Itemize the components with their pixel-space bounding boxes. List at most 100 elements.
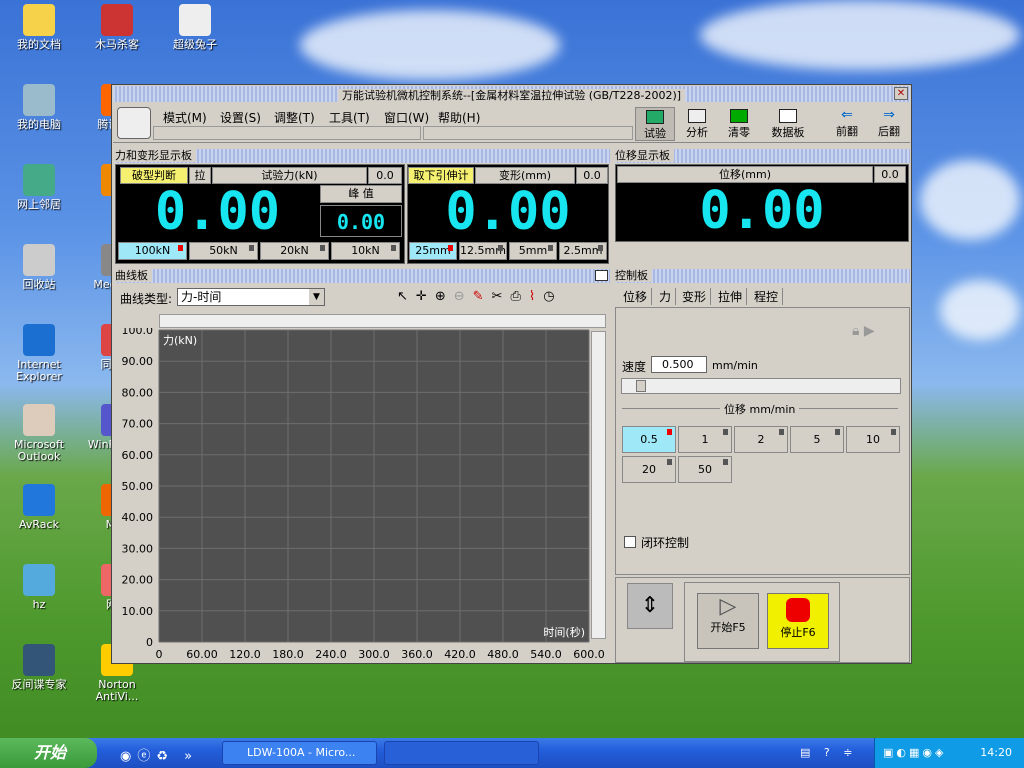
pen-icon[interactable]: ✎ — [473, 289, 492, 304]
desktop-icon[interactable]: 回收站 — [0, 244, 78, 291]
range-button[interactable]: 12.5mm — [459, 242, 507, 260]
arrow-right-icon: ⇒ — [883, 107, 895, 123]
desktop-icon[interactable]: 木马杀客 — [78, 4, 156, 51]
force-small-value: 0.0 — [368, 167, 402, 184]
menu-help[interactable]: 帮助(H) — [438, 109, 480, 126]
speed-button[interactable]: 2 — [734, 426, 788, 453]
range-button[interactable]: 5mm — [509, 242, 557, 260]
chart-vscroll[interactable] — [591, 331, 606, 639]
curve-type-select[interactable]: 力-时间 ▼ — [177, 288, 325, 306]
desktop-icon[interactable]: Microsoft Outlook — [0, 404, 78, 463]
zoom-out-icon[interactable]: ⊖ — [454, 289, 473, 304]
clock-icon[interactable]: ◷ — [543, 289, 562, 304]
start-button[interactable]: ▷ 开始F5 — [697, 593, 759, 649]
range-button[interactable]: 50kN — [189, 242, 258, 260]
menu-settings[interactable]: 设置(S) — [220, 109, 261, 126]
title-bar[interactable]: 万能试验机微机控制系统--[金属材料室温拉伸试验 (GB/T228-2002)]… — [113, 86, 910, 102]
force-time-chart: 100.0 90.00 80.00 70.00 60.00 50.00 40.00 30.00… — [122, 328, 605, 661]
desktop-icon[interactable]: Internet Explorer — [0, 324, 78, 383]
speed-button[interactable]: 5 — [790, 426, 844, 453]
rabbit-icon — [179, 4, 211, 36]
control-tab[interactable]: 程控 — [750, 288, 784, 305]
closed-loop-checkbox[interactable] — [624, 536, 636, 548]
y-tick-label: 80.00 — [122, 386, 154, 399]
toolbar-test-button[interactable]: 试验 — [635, 107, 675, 141]
desktop-icon-label: 木马杀客 — [95, 38, 139, 51]
window-title: 万能试验机微机控制系统--[金属材料室温拉伸试验 (GB/T228-2002)] — [337, 89, 686, 102]
task-2[interactable] — [384, 741, 539, 765]
crosshair-icon[interactable]: ✛ — [416, 289, 435, 304]
computer-icon — [23, 84, 55, 116]
desktop-icon-label: 回收站 — [22, 278, 56, 291]
menu-adjust[interactable]: 调整(T) — [274, 109, 315, 126]
control-tab[interactable]: 变形 — [678, 288, 712, 305]
toolbar-prev-button[interactable]: ⇐ 前翻 — [827, 107, 867, 141]
speed-button[interactable]: 0.5 — [622, 426, 676, 453]
quicklaunch[interactable]: ◉ⓔ♻ » — [120, 745, 198, 764]
print-icon[interactable]: ⎙ — [510, 289, 528, 304]
desktop-icon-label: Internet Explorer — [16, 358, 62, 383]
control-tab[interactable]: 拉伸 — [714, 288, 748, 305]
curve-panel-header: 曲线板 — [115, 269, 610, 283]
desktop-icon[interactable]: 网上邻居 — [0, 164, 78, 211]
y-tick-label: 50.00 — [122, 480, 154, 493]
network-icon — [23, 164, 55, 196]
chart-icon[interactable]: ⌇ — [529, 289, 543, 304]
folder-icon — [23, 4, 55, 36]
disp-small-value: 0.0 — [874, 166, 906, 183]
range-button[interactable]: 25mm — [409, 242, 457, 260]
control-tab[interactable]: 位移 — [619, 288, 653, 305]
speed-button[interactable]: 50 — [678, 456, 732, 483]
desktop-icon[interactable]: 反间谍专家 — [0, 644, 78, 691]
disp-panel-header: 位移显示板 — [615, 149, 910, 163]
chart-hscroll[interactable] — [159, 314, 606, 328]
speed-input[interactable]: 0.500 — [651, 356, 707, 373]
control-tab[interactable]: 力 — [655, 288, 677, 305]
desktop-icon[interactable]: hz — [0, 564, 78, 611]
range-button[interactable]: 2.5mm — [559, 242, 607, 260]
lang-bar[interactable]: ▤ ? ≑ — [800, 746, 857, 759]
network-icon — [23, 564, 55, 596]
stop-icon — [786, 598, 810, 622]
y-axis-label: 力(kN) — [163, 334, 197, 347]
avrack-icon — [23, 484, 55, 516]
toolbar-next-button[interactable]: ⇒ 后翻 — [869, 107, 909, 141]
start-button-os[interactable]: 开始 — [0, 738, 97, 768]
menu-window[interactable]: 窗口(W) — [384, 109, 429, 126]
range-button[interactable]: 20kN — [260, 242, 329, 260]
desktop-icon[interactable]: 我的文档 — [0, 4, 78, 51]
desktop-icon[interactable]: AvRack — [0, 484, 78, 531]
range-button[interactable]: 10kN — [331, 242, 400, 260]
speed-slider[interactable] — [621, 378, 901, 394]
toolbar-zero-button[interactable]: 清零 — [719, 107, 759, 141]
task-ldw[interactable]: LDW-100A - Micro... — [222, 741, 377, 765]
close-button[interactable]: ✕ — [894, 87, 908, 100]
y-tick-label: 40.00 — [122, 511, 154, 524]
system-tray: ▣◐▦◉◈ 14:20 — [874, 738, 1024, 768]
toolbar-analyze-button[interactable]: 分析 — [677, 107, 717, 141]
desktop-icon[interactable]: 我的电脑 — [0, 84, 78, 131]
toolbar-databoard-button[interactable]: 数据板 — [763, 107, 813, 141]
y-tick-label: 100.0 — [122, 328, 154, 337]
y-tick-label: 20.00 — [122, 574, 154, 587]
updown-icon[interactable]: ⇕ — [627, 583, 673, 629]
speed-button[interactable]: 1 — [678, 426, 732, 453]
cursor-icon[interactable]: ↖ — [397, 289, 416, 304]
speed-button[interactable]: 20 — [622, 456, 676, 483]
x-tick-label: 540.0 — [530, 648, 562, 661]
speed-button[interactable]: 10 — [846, 426, 900, 453]
menu-mode[interactable]: 模式(M) — [163, 109, 207, 126]
analyze-icon — [688, 109, 706, 123]
maximize-icon[interactable] — [595, 270, 608, 281]
stop-button[interactable]: 停止F6 — [767, 593, 829, 649]
x-tick-label: 420.0 — [444, 648, 476, 661]
cut-icon[interactable]: ✂ — [492, 289, 511, 304]
desktop-icon[interactable]: 超级兔子 — [156, 4, 234, 51]
x-tick-label: 60.00 — [186, 648, 218, 661]
disp-display: 0.00 — [618, 184, 906, 239]
zoom-in-icon[interactable]: ⊕ — [435, 289, 454, 304]
x-tick-label: 600.0 — [573, 648, 605, 661]
menu-tools[interactable]: 工具(T) — [329, 109, 370, 126]
range-button[interactable]: 100kN — [118, 242, 187, 260]
chevron-down-icon[interactable]: ▼ — [309, 289, 324, 305]
